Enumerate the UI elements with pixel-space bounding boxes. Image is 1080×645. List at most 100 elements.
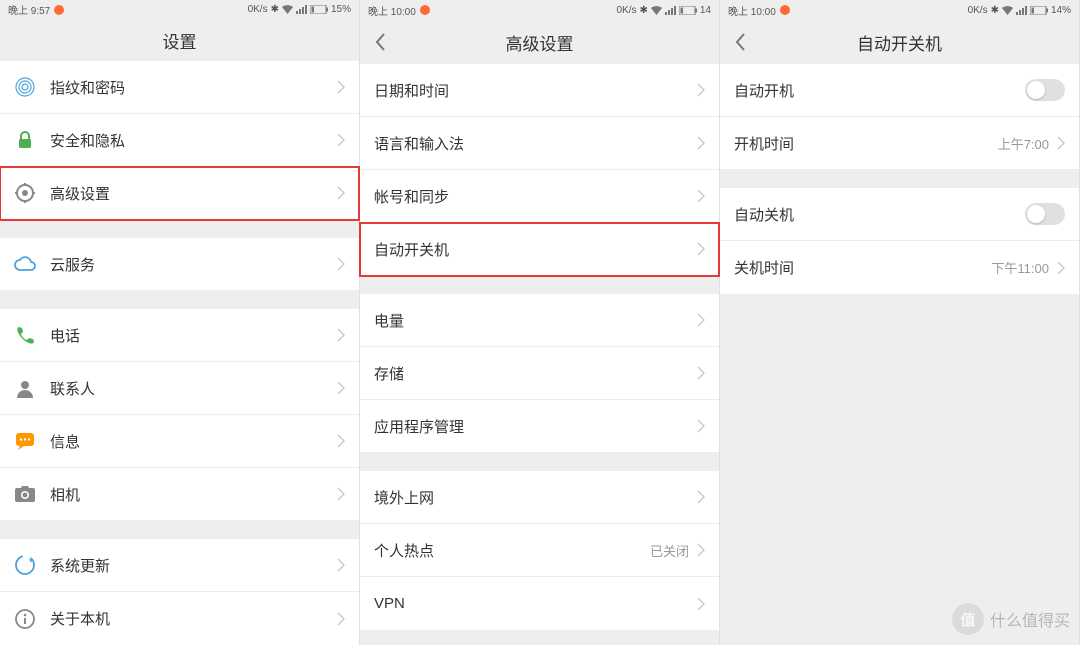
- page-title: 设置: [163, 28, 197, 53]
- settings-panel: 晚上 9:57 0K/s ✱ 15% 设置 指纹和密码安全和隐私高级设置云服务电…: [0, 0, 360, 645]
- row-label: 关机时间: [734, 257, 991, 278]
- chevron-right-icon: [1057, 136, 1065, 150]
- list-item[interactable]: 个人热点已关闭: [360, 524, 719, 577]
- list-item[interactable]: 指纹和密码: [0, 61, 359, 114]
- chevron-right-icon: [337, 328, 345, 342]
- chevron-right-icon: [697, 242, 705, 256]
- chevron-right-icon: [337, 257, 345, 271]
- row-label: 联系人: [50, 378, 337, 399]
- notification-dot-icon: [780, 5, 790, 15]
- watermark-icon: 值: [952, 603, 984, 635]
- status-speed: 0K/s: [248, 4, 268, 15]
- list-item[interactable]: 存储: [360, 347, 719, 400]
- toggle-switch[interactable]: [1025, 79, 1065, 101]
- signal-icon: [1016, 6, 1027, 15]
- list-item[interactable]: 高级设置: [0, 167, 359, 220]
- list-item[interactable]: 关于本机: [0, 592, 359, 645]
- status-speed: 0K/s: [968, 5, 988, 16]
- list-item[interactable]: 帐号和同步: [360, 170, 719, 223]
- message-icon: [14, 430, 36, 452]
- status-time: 晚上 9:57: [8, 2, 50, 17]
- list-item[interactable]: 云服务: [0, 238, 359, 291]
- chevron-right-icon: [697, 543, 705, 557]
- back-button[interactable]: [734, 32, 746, 52]
- phone-icon: [14, 324, 36, 346]
- row-value: 上午7:00: [998, 134, 1049, 153]
- list-item[interactable]: 相机: [0, 468, 359, 521]
- list-item[interactable]: 安全和隐私: [0, 114, 359, 167]
- watermark: 值 什么值得买: [952, 603, 1070, 635]
- page-title: 高级设置: [506, 30, 574, 55]
- row-label: 关于本机: [50, 608, 337, 629]
- fingerprint-icon: [14, 76, 36, 98]
- auto-power-panel: 晚上 10:00 0K/s ✱ 14% 自动开关机 自动开机开机时间上午7:00…: [720, 0, 1080, 645]
- chevron-right-icon: [697, 366, 705, 380]
- battery-icon: [310, 5, 328, 14]
- chevron-right-icon: [1057, 261, 1065, 275]
- chevron-right-icon: [697, 189, 705, 203]
- status-time: 晚上 10:00: [728, 3, 776, 18]
- chevron-right-icon: [337, 487, 345, 501]
- list-item[interactable]: 开机时间上午7:00: [720, 117, 1079, 170]
- header: 高级设置: [360, 20, 719, 64]
- advanced-settings-panel: 晚上 10:00 0K/s ✱ 14 高级设置 日期和时间语言和输入法帐号和同步…: [360, 0, 720, 645]
- row-label: 电量: [374, 310, 697, 331]
- row-label: 指纹和密码: [50, 77, 337, 98]
- battery-icon: [1030, 6, 1048, 15]
- lock-icon: [14, 129, 36, 151]
- about-icon: [14, 608, 36, 630]
- auto-power-list: 自动开机开机时间上午7:00 自动关机关机时间下午11:00: [720, 64, 1079, 294]
- status-bar: 晚上 9:57 0K/s ✱ 15%: [0, 0, 359, 19]
- row-label: 应用程序管理: [374, 416, 697, 437]
- chevron-right-icon: [337, 558, 345, 572]
- row-label: 开机时间: [734, 133, 998, 154]
- row-label: 境外上网: [374, 487, 697, 508]
- row-label: 安全和隐私: [50, 130, 337, 151]
- row-label: 云服务: [50, 254, 337, 275]
- header: 设置: [0, 19, 359, 61]
- toggle-switch[interactable]: [1025, 203, 1065, 225]
- list-item[interactable]: 自动开机: [720, 64, 1079, 117]
- status-bar: 晚上 10:00 0K/s ✱ 14: [360, 0, 719, 20]
- list-item[interactable]: 系统更新: [0, 539, 359, 592]
- status-battery: 14: [700, 5, 711, 16]
- row-label: 自动开机: [734, 80, 1025, 101]
- list-item[interactable]: 电量: [360, 294, 719, 347]
- list-item[interactable]: 联系人: [0, 362, 359, 415]
- gear-icon: [14, 182, 36, 204]
- back-button[interactable]: [374, 32, 386, 52]
- list-item[interactable]: 日期和时间: [360, 64, 719, 117]
- notification-dot-icon: [54, 5, 64, 15]
- list-item[interactable]: 境外上网: [360, 471, 719, 524]
- row-value: 已关闭: [650, 541, 689, 560]
- battery-icon: [679, 6, 697, 15]
- contact-icon: [14, 377, 36, 399]
- list-item[interactable]: 自动开关机: [360, 223, 719, 276]
- list-item[interactable]: 关机时间下午11:00: [720, 241, 1079, 294]
- bluetooth-icon: ✱: [991, 5, 999, 16]
- wifi-icon: [282, 5, 293, 14]
- chevron-right-icon: [697, 83, 705, 97]
- chevron-right-icon: [697, 490, 705, 504]
- row-label: 存储: [374, 363, 697, 384]
- row-label: 个人热点: [374, 540, 650, 561]
- notification-dot-icon: [420, 5, 430, 15]
- list-item[interactable]: 应用程序管理: [360, 400, 719, 453]
- row-value: 下午11:00: [991, 258, 1049, 277]
- row-label: 日期和时间: [374, 80, 697, 101]
- chevron-right-icon: [337, 80, 345, 94]
- list-item[interactable]: 电话: [0, 309, 359, 362]
- row-label: 高级设置: [50, 183, 337, 204]
- status-time: 晚上 10:00: [368, 3, 416, 18]
- row-label: 自动关机: [734, 204, 1025, 225]
- row-label: 帐号和同步: [374, 186, 697, 207]
- chevron-right-icon: [337, 381, 345, 395]
- chevron-right-icon: [337, 186, 345, 200]
- list-item[interactable]: VPN: [360, 577, 719, 630]
- list-item[interactable]: 自动关机: [720, 188, 1079, 241]
- list-item[interactable]: 语言和输入法: [360, 117, 719, 170]
- status-bar: 晚上 10:00 0K/s ✱ 14%: [720, 0, 1079, 20]
- status-battery: 15%: [331, 4, 351, 15]
- list-item[interactable]: 信息: [0, 415, 359, 468]
- row-label: 自动开关机: [374, 239, 697, 260]
